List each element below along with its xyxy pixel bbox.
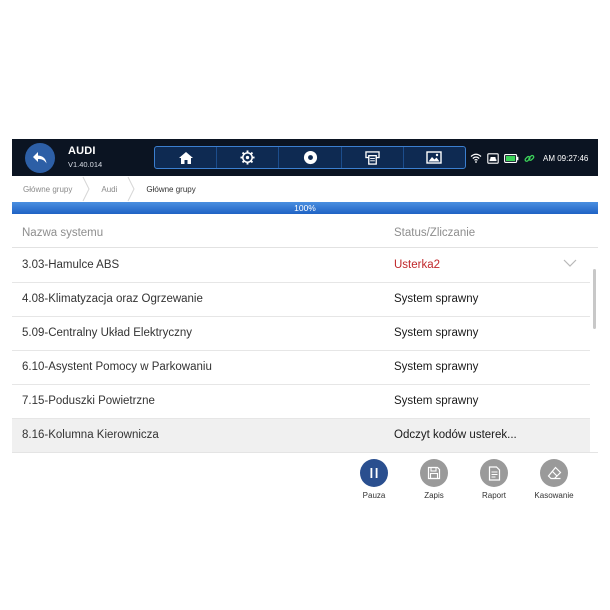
app-title: AUDI	[68, 145, 96, 157]
report-icon	[480, 459, 508, 487]
eraser-icon	[540, 459, 568, 487]
table-row[interactable]: 8.16-Kolumna Kierownicza Odczyt kodów us…	[12, 419, 590, 453]
table-row[interactable]: 6.10-Asystent Pomocy w Parkowaniu System…	[12, 351, 590, 385]
table-row[interactable]: 3.03-Hamulce ABS Usterka2	[12, 249, 590, 283]
breadcrumb-separator-icon	[82, 176, 90, 202]
system-status: Usterka2	[394, 259, 441, 271]
save-button[interactable]: Zapis	[404, 459, 464, 500]
battery-icon	[504, 153, 519, 163]
back-arrow-icon	[33, 152, 47, 164]
progress-label: 100%	[294, 203, 316, 213]
system-status: Odczyt kodów usterek...	[394, 429, 517, 441]
system-name: 8.16-Kolumna Kierownicza	[22, 429, 159, 441]
table-header: Nazwa systemu Status/Zliczanie	[12, 218, 598, 248]
breadcrumb: Główne grupy Audi Główne grupy	[12, 176, 598, 202]
progress-bar: 100%	[12, 202, 598, 214]
system-list: 3.03-Hamulce ABS Usterka2 4.08-Klimatyza…	[12, 249, 590, 453]
system-name: 6.10-Asystent Pomocy w Parkowaniu	[22, 361, 212, 373]
system-status: System sprawny	[394, 395, 479, 407]
action-bar: Pauza Zapis Raport Kasowanie	[12, 452, 598, 505]
breadcrumb-item-current: Główne grupy	[146, 184, 196, 194]
diagnostic-screen: AUDI V1.40.014 AM 09:27:46 Główne grupy …	[12, 139, 598, 505]
system-name: 5.09-Centralny Układ Elektryczny	[22, 327, 193, 339]
home-button[interactable]	[155, 147, 218, 168]
clock: AM 09:27:46	[543, 153, 589, 163]
record-icon	[303, 150, 317, 165]
pause-icon	[360, 459, 388, 487]
app-version: V1.40.014	[68, 160, 103, 169]
column-header-system-name: Nazwa systemu	[22, 226, 104, 239]
breadcrumb-item-audi[interactable]: Audi	[90, 185, 127, 194]
system-name: 4.08-Klimatyzacja oraz Ogrzewanie	[22, 293, 203, 305]
wifi-icon	[470, 153, 482, 163]
system-status: System sprawny	[394, 361, 479, 373]
home-icon	[178, 151, 193, 164]
breadcrumb-item-main-groups[interactable]: Główne grupy	[12, 185, 82, 194]
image-icon	[426, 151, 443, 164]
record-button[interactable]	[279, 147, 342, 168]
system-name: 7.15-Poduszki Powietrzne	[22, 395, 155, 407]
screenshot-button[interactable]	[404, 147, 465, 168]
gear-icon	[240, 150, 255, 165]
save-icon	[420, 459, 448, 487]
clear-codes-button[interactable]: Kasowanie	[524, 459, 584, 500]
toolbar	[154, 146, 466, 169]
column-header-status: Status/Zliczanie	[394, 226, 476, 239]
settings-button[interactable]	[217, 147, 280, 168]
chevron-down-icon[interactable]	[563, 258, 577, 268]
status-area: AM 09:27:46	[470, 151, 588, 165]
scrollbar[interactable]	[593, 269, 596, 329]
clear-codes-label: Kasowanie	[534, 491, 574, 500]
table-row[interactable]: 4.08-Klimatyzacja oraz Ogrzewanie System…	[12, 283, 590, 317]
report-label: Raport	[481, 491, 506, 500]
printer-icon	[365, 150, 380, 165]
report-button[interactable]: Raport	[464, 459, 524, 500]
pause-button[interactable]: Pauza	[344, 459, 404, 500]
back-button[interactable]	[25, 143, 55, 173]
save-label: Zapis	[424, 491, 444, 500]
pause-label: Pauza	[362, 491, 386, 500]
system-status: System sprawny	[394, 293, 479, 305]
table-row[interactable]: 7.15-Poduszki Powietrzne System sprawny	[12, 385, 590, 419]
print-button[interactable]	[342, 147, 404, 168]
table-row[interactable]: 5.09-Centralny Układ Elektryczny System …	[12, 317, 590, 351]
breadcrumb-separator-icon	[127, 176, 135, 202]
system-status: System sprawny	[394, 327, 479, 339]
system-name: 3.03-Hamulce ABS	[22, 259, 120, 271]
car-icon	[487, 152, 499, 164]
link-icon	[524, 154, 535, 162]
top-bar: AUDI V1.40.014 AM 09:27:46	[12, 139, 598, 176]
